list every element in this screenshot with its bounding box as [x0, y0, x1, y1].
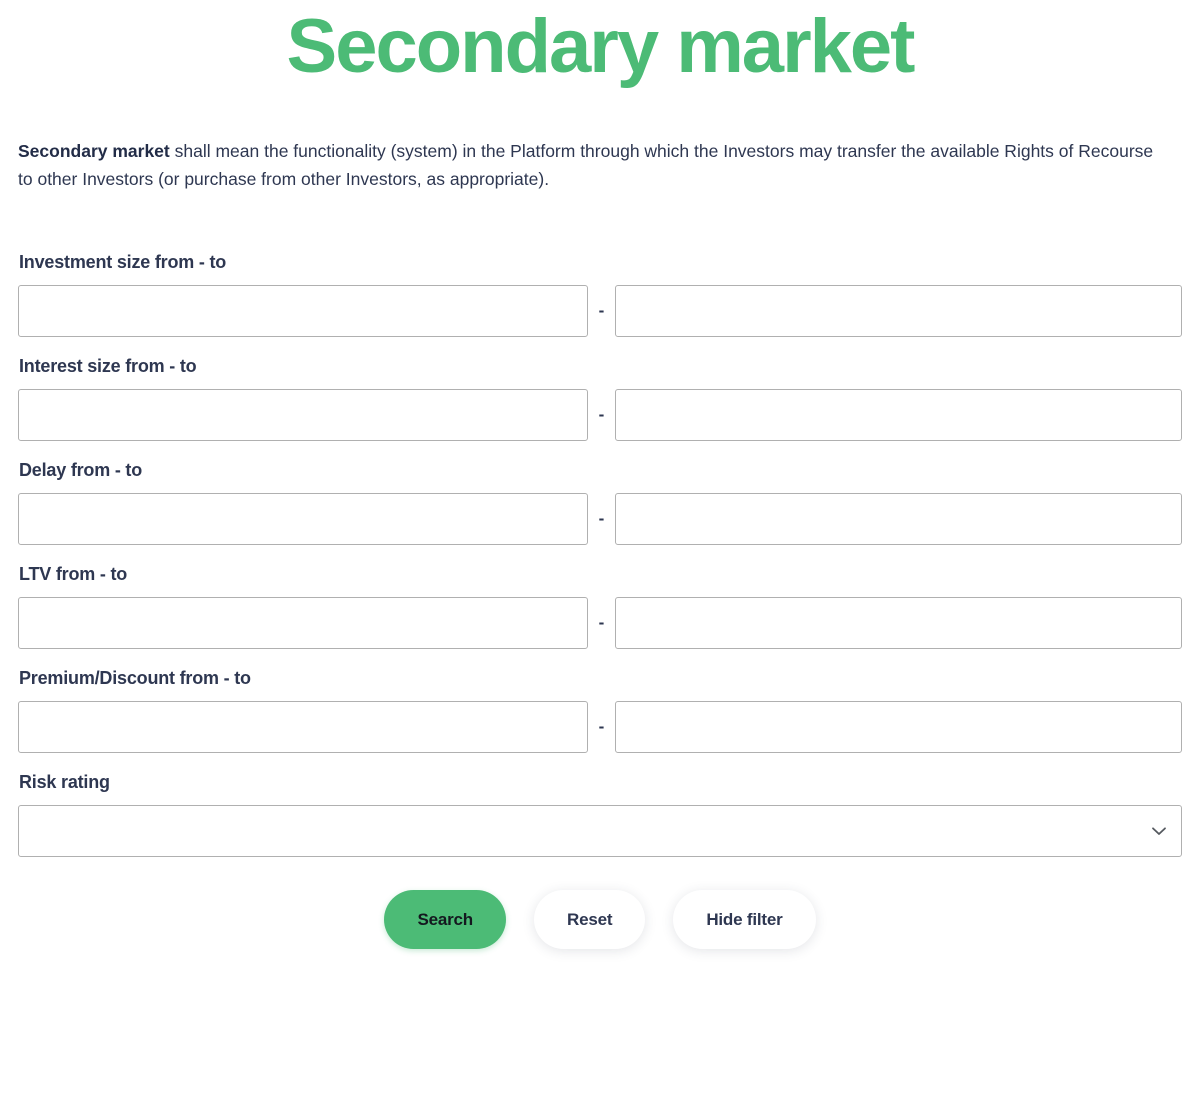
- risk-rating-select[interactable]: [18, 805, 1182, 857]
- range-row-ltv: -: [18, 597, 1182, 649]
- field-group-risk-rating: Risk rating: [18, 771, 1182, 857]
- delay-to-input[interactable]: [615, 493, 1182, 545]
- label-investment-size: Investment size from - to: [19, 252, 227, 272]
- investment-size-from-input[interactable]: [18, 285, 588, 337]
- range-separator: -: [598, 613, 605, 632]
- risk-rating-select-wrap[interactable]: [18, 805, 1182, 857]
- range-separator: -: [598, 301, 605, 320]
- secondary-market-page: Secondary market Secondary market shall …: [0, 0, 1200, 1114]
- label-risk-rating: Risk rating: [19, 772, 110, 792]
- label-premium-discount: Premium/Discount from - to: [19, 668, 251, 688]
- field-group-ltv: LTV from - to -: [18, 563, 1182, 649]
- range-separator: -: [598, 405, 605, 424]
- ltv-from-input[interactable]: [18, 597, 588, 649]
- range-cell-to: [615, 389, 1182, 441]
- ltv-to-input[interactable]: [615, 597, 1182, 649]
- field-group-delay: Delay from - to -: [18, 459, 1182, 545]
- premium-discount-from-input[interactable]: [18, 701, 588, 753]
- range-cell-from: [18, 389, 588, 441]
- interest-size-to-input[interactable]: [615, 389, 1182, 441]
- interest-size-from-input[interactable]: [18, 389, 588, 441]
- range-separator: -: [598, 509, 605, 528]
- range-row-investment-size: -: [18, 285, 1182, 337]
- range-cell-to: [615, 285, 1182, 337]
- search-button[interactable]: Search: [384, 890, 506, 949]
- intro-term: Secondary market: [18, 141, 170, 161]
- range-cell-to: [615, 493, 1182, 545]
- range-separator: -: [598, 717, 605, 736]
- range-cell-from: [18, 701, 588, 753]
- label-delay: Delay from - to: [19, 460, 143, 480]
- premium-discount-to-input[interactable]: [615, 701, 1182, 753]
- range-cell-from: [18, 285, 588, 337]
- investment-size-to-input[interactable]: [615, 285, 1182, 337]
- filter-actions: Search Reset Hide filter: [18, 890, 1182, 949]
- range-cell-to: [615, 597, 1182, 649]
- range-row-premium-discount: -: [18, 701, 1182, 753]
- field-group-premium-discount: Premium/Discount from - to -: [18, 667, 1182, 753]
- hide-filter-button[interactable]: Hide filter: [673, 890, 816, 949]
- delay-from-input[interactable]: [18, 493, 588, 545]
- intro-text: shall mean the functionality (system) in…: [18, 141, 1154, 189]
- secondary-market-filter-form: Investment size from - to - Interest siz…: [0, 251, 1200, 949]
- range-cell-from: [18, 597, 588, 649]
- label-interest-size: Interest size from - to: [19, 356, 197, 376]
- page-title: Secondary market: [286, 4, 916, 89]
- label-ltv: LTV from - to: [19, 564, 128, 584]
- range-cell-from: [18, 493, 588, 545]
- reset-button[interactable]: Reset: [534, 890, 646, 949]
- range-cell-to: [615, 701, 1182, 753]
- field-group-interest-size: Interest size from - to -: [18, 355, 1182, 441]
- range-row-delay: -: [18, 493, 1182, 545]
- range-row-interest-size: -: [18, 389, 1182, 441]
- intro-paragraph: Secondary market shall mean the function…: [0, 92, 1182, 193]
- field-group-investment-size: Investment size from - to -: [18, 251, 1182, 337]
